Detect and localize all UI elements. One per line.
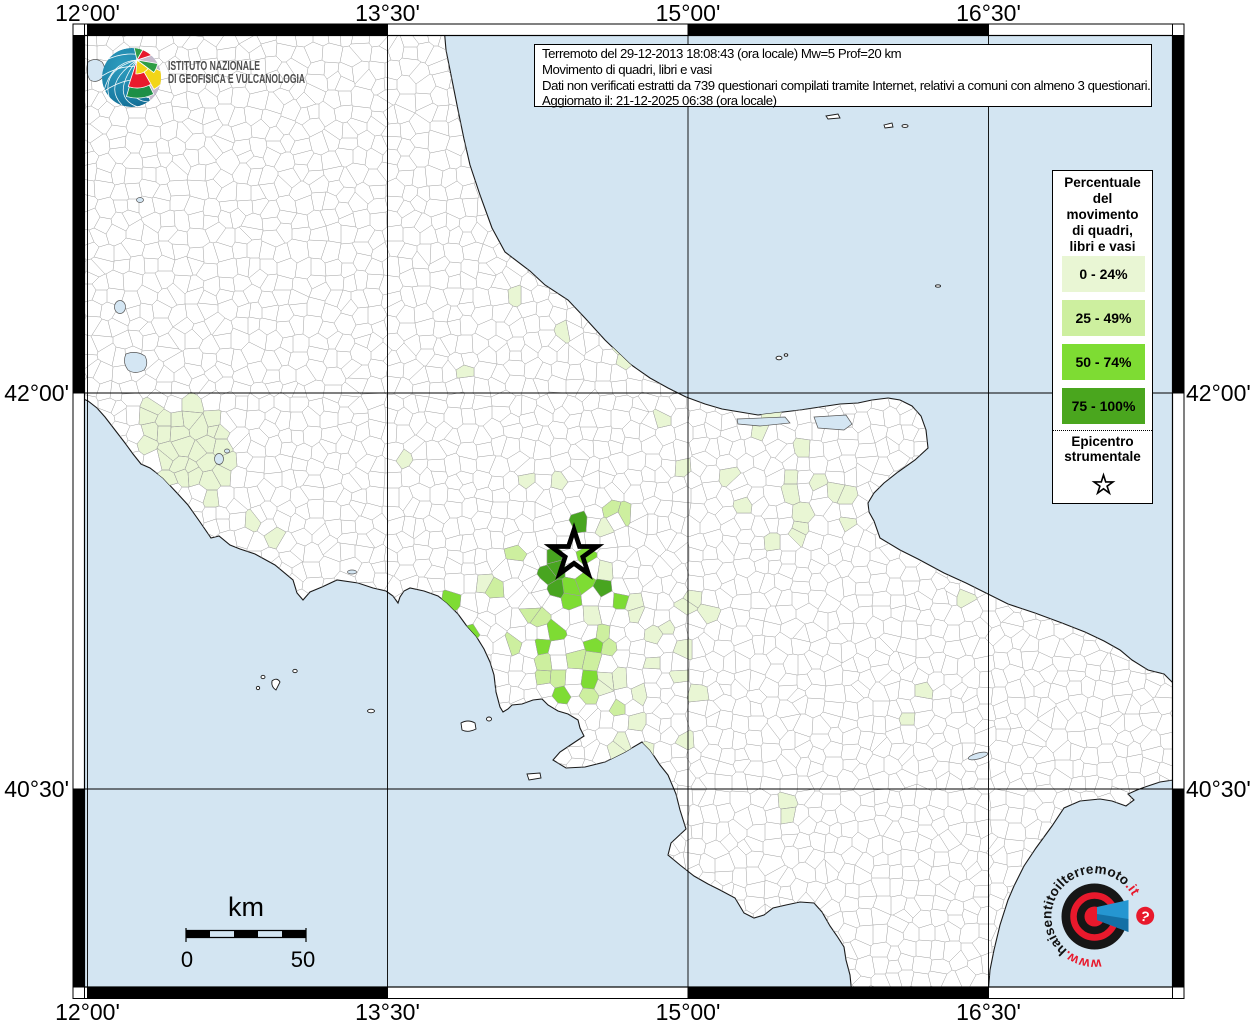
svg-text:50: 50 — [291, 947, 315, 972]
svg-text:ISTITUTO NAZIONALE: ISTITUTO NAZIONALE — [168, 59, 260, 73]
svg-text:0: 0 — [181, 947, 193, 972]
svg-text:km: km — [228, 892, 264, 922]
svg-text:DI GEOFISICA E VULCANOLOGIA: DI GEOFISICA E VULCANOLOGIA — [168, 72, 305, 86]
